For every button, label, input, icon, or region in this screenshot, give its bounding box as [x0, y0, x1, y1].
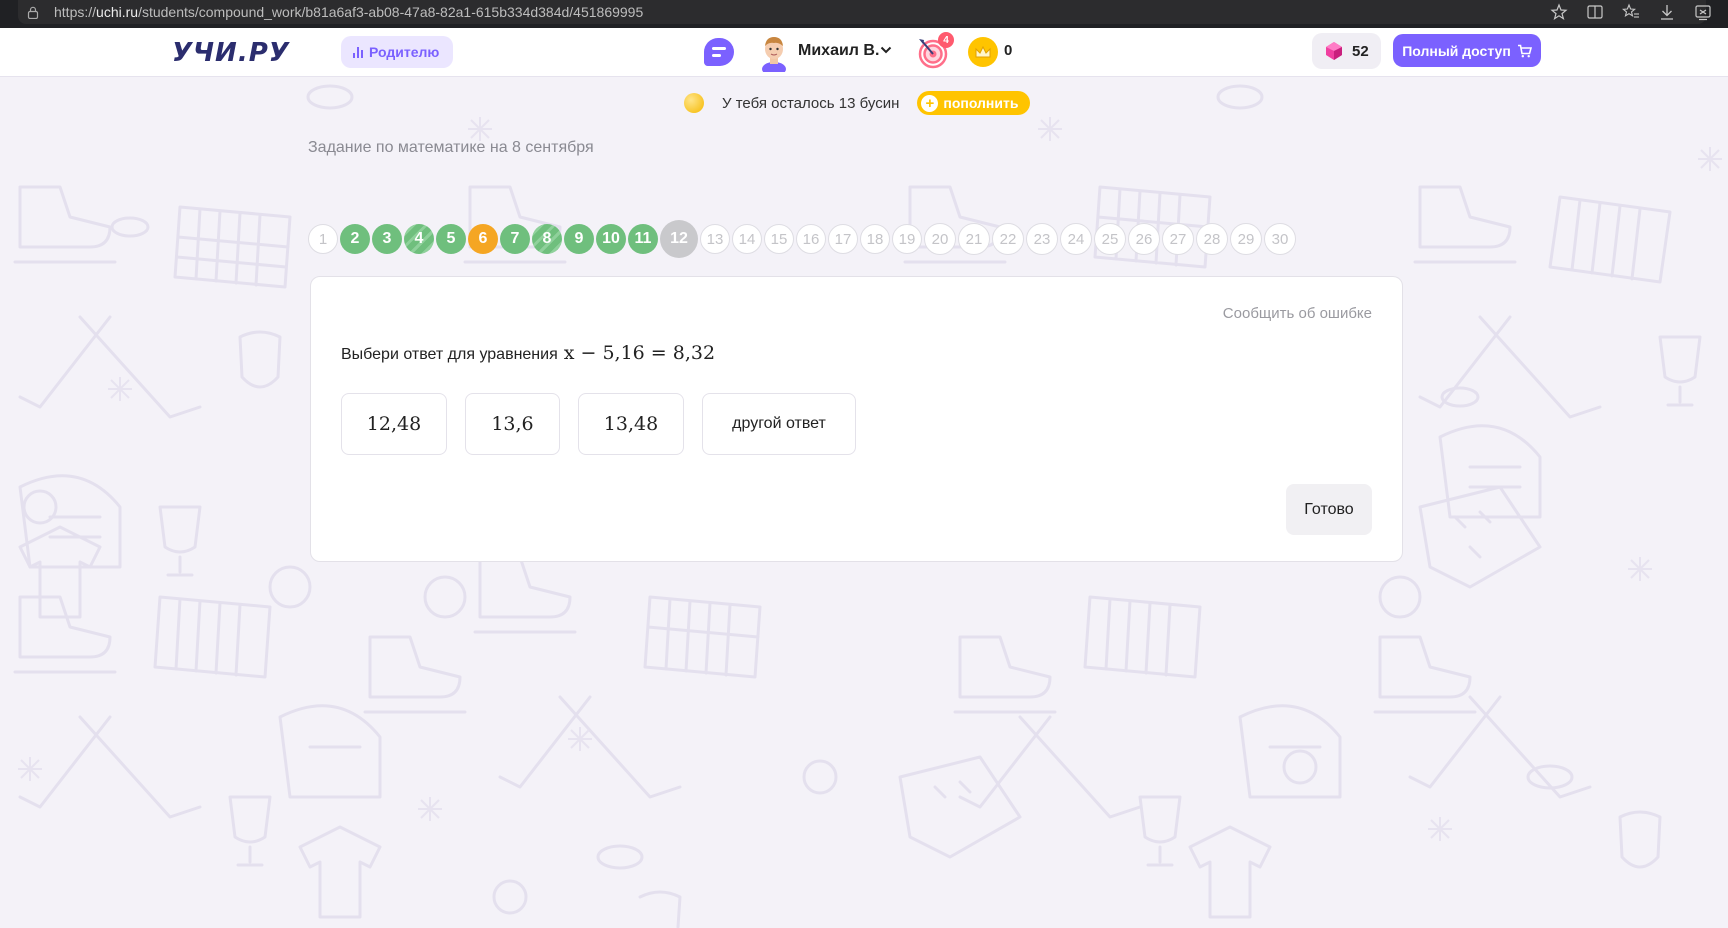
progress-step-4[interactable]: 4	[404, 224, 434, 254]
beads-text: У тебя осталось 13 бусин	[722, 94, 900, 112]
progress-step-3[interactable]: 3	[372, 224, 402, 254]
progress-step-9[interactable]: 9	[564, 224, 594, 254]
screenshot-icon[interactable]	[1692, 2, 1714, 22]
page-title: Задание по математике на 8 сентября	[308, 139, 594, 156]
progress-step-14[interactable]: 14	[732, 224, 762, 254]
parent-button[interactable]: Родителю	[341, 36, 454, 68]
progress-step-18[interactable]: 18	[860, 224, 890, 254]
progress-step-22[interactable]: 22	[992, 223, 1024, 255]
split-view-icon[interactable]	[1584, 2, 1606, 22]
answer-option[interactable]: 13,6	[465, 393, 560, 455]
cart-icon	[1517, 44, 1532, 57]
star-icon[interactable]	[1548, 2, 1570, 22]
answer-option[interactable]: 13,48	[578, 393, 684, 455]
avatar[interactable]	[760, 34, 788, 72]
progress-step-5[interactable]: 5	[436, 224, 466, 254]
done-button[interactable]: Готово	[1286, 484, 1372, 535]
lock-icon	[26, 5, 40, 19]
progress-step-6[interactable]: 6	[468, 224, 498, 254]
chart-bars-icon	[353, 46, 363, 58]
progress-step-2[interactable]: 2	[340, 224, 370, 254]
chevron-down-icon[interactable]	[880, 46, 892, 54]
progress-step-13[interactable]: 13	[700, 224, 730, 254]
crown-count: 0	[1004, 42, 1013, 59]
progress-step-25[interactable]: 25	[1094, 223, 1126, 255]
progress-step-11[interactable]: 11	[628, 224, 658, 254]
progress-step-17[interactable]: 17	[828, 224, 858, 254]
equation: x − 5,16 = 8,32	[563, 342, 716, 364]
favorites-icon[interactable]	[1620, 2, 1642, 22]
answer-options: 12,48 13,6 13,48 другой ответ	[341, 393, 856, 455]
progress-step-30[interactable]: 30	[1264, 223, 1296, 255]
question-text: Выбери ответ для уравнения	[341, 346, 558, 363]
crown-icon[interactable]	[968, 37, 998, 67]
progress-step-16[interactable]: 16	[796, 224, 826, 254]
answer-option-other[interactable]: другой ответ	[702, 393, 856, 455]
plus-icon: +	[921, 94, 939, 112]
progress-step-29[interactable]: 29	[1230, 223, 1262, 255]
parent-button-label: Родителю	[369, 44, 440, 60]
full-access-label: Полный доступ	[1402, 42, 1511, 59]
progress-step-8[interactable]: 8	[532, 224, 562, 254]
bead-icon	[684, 93, 704, 113]
progress-step-26[interactable]: 26	[1128, 223, 1160, 255]
answer-option[interactable]: 12,48	[341, 393, 447, 455]
full-access-button[interactable]: Полный доступ	[1393, 34, 1541, 67]
download-icon[interactable]	[1656, 2, 1678, 22]
task-card: Сообщить об ошибке Выбери ответ для урав…	[310, 276, 1403, 562]
report-error-link[interactable]: Сообщить об ошибке	[1223, 305, 1372, 322]
question: Выбери ответ для уравнения x − 5,16 = 8,…	[341, 342, 715, 364]
site-header: УЧИ.РУ Родителю Михаил В. 4 0 52 Полный …	[0, 28, 1728, 77]
progress-step-21[interactable]: 21	[958, 223, 990, 255]
notification-badge: 4	[938, 32, 954, 48]
progress-step-19[interactable]: 19	[892, 224, 922, 254]
beads-balance: У тебя осталось 13 бусин + пополнить	[684, 90, 1031, 116]
refill-button[interactable]: + пополнить	[917, 91, 1031, 115]
progress-step-7[interactable]: 7	[500, 224, 530, 254]
gem-icon	[1326, 42, 1342, 60]
progress-step-12[interactable]: 12	[660, 220, 698, 258]
progress-step-27[interactable]: 27	[1162, 223, 1194, 255]
progress-step-28[interactable]: 28	[1196, 223, 1228, 255]
task-progress: 1 2 3 4 5 6 7 8 9 10 11 12 13 14 15 16 17 18 19 20 21 22 23 24 2…	[308, 220, 1298, 258]
gems-count: 52	[1352, 42, 1369, 60]
progress-step-20[interactable]: 20	[924, 223, 956, 255]
url-text: https://uchi.ru/students/compound_work/b…	[54, 4, 644, 20]
progress-step-23[interactable]: 23	[1026, 223, 1058, 255]
chat-icon[interactable]	[704, 38, 734, 66]
progress-step-15[interactable]: 15	[764, 224, 794, 254]
user-name[interactable]: Михаил В.	[798, 42, 879, 60]
progress-step-10[interactable]: 10	[596, 224, 626, 254]
address-bar[interactable]: https://uchi.ru/students/compound_work/b…	[18, 0, 1706, 24]
progress-step-24[interactable]: 24	[1060, 223, 1092, 255]
uchi-logo[interactable]: УЧИ.РУ	[172, 38, 290, 68]
refill-label: пополнить	[943, 95, 1019, 111]
browser-toolbar: https://uchi.ru/students/compound_work/b…	[0, 0, 1728, 28]
progress-step-1[interactable]: 1	[308, 224, 338, 254]
gems-counter[interactable]: 52	[1312, 33, 1381, 69]
